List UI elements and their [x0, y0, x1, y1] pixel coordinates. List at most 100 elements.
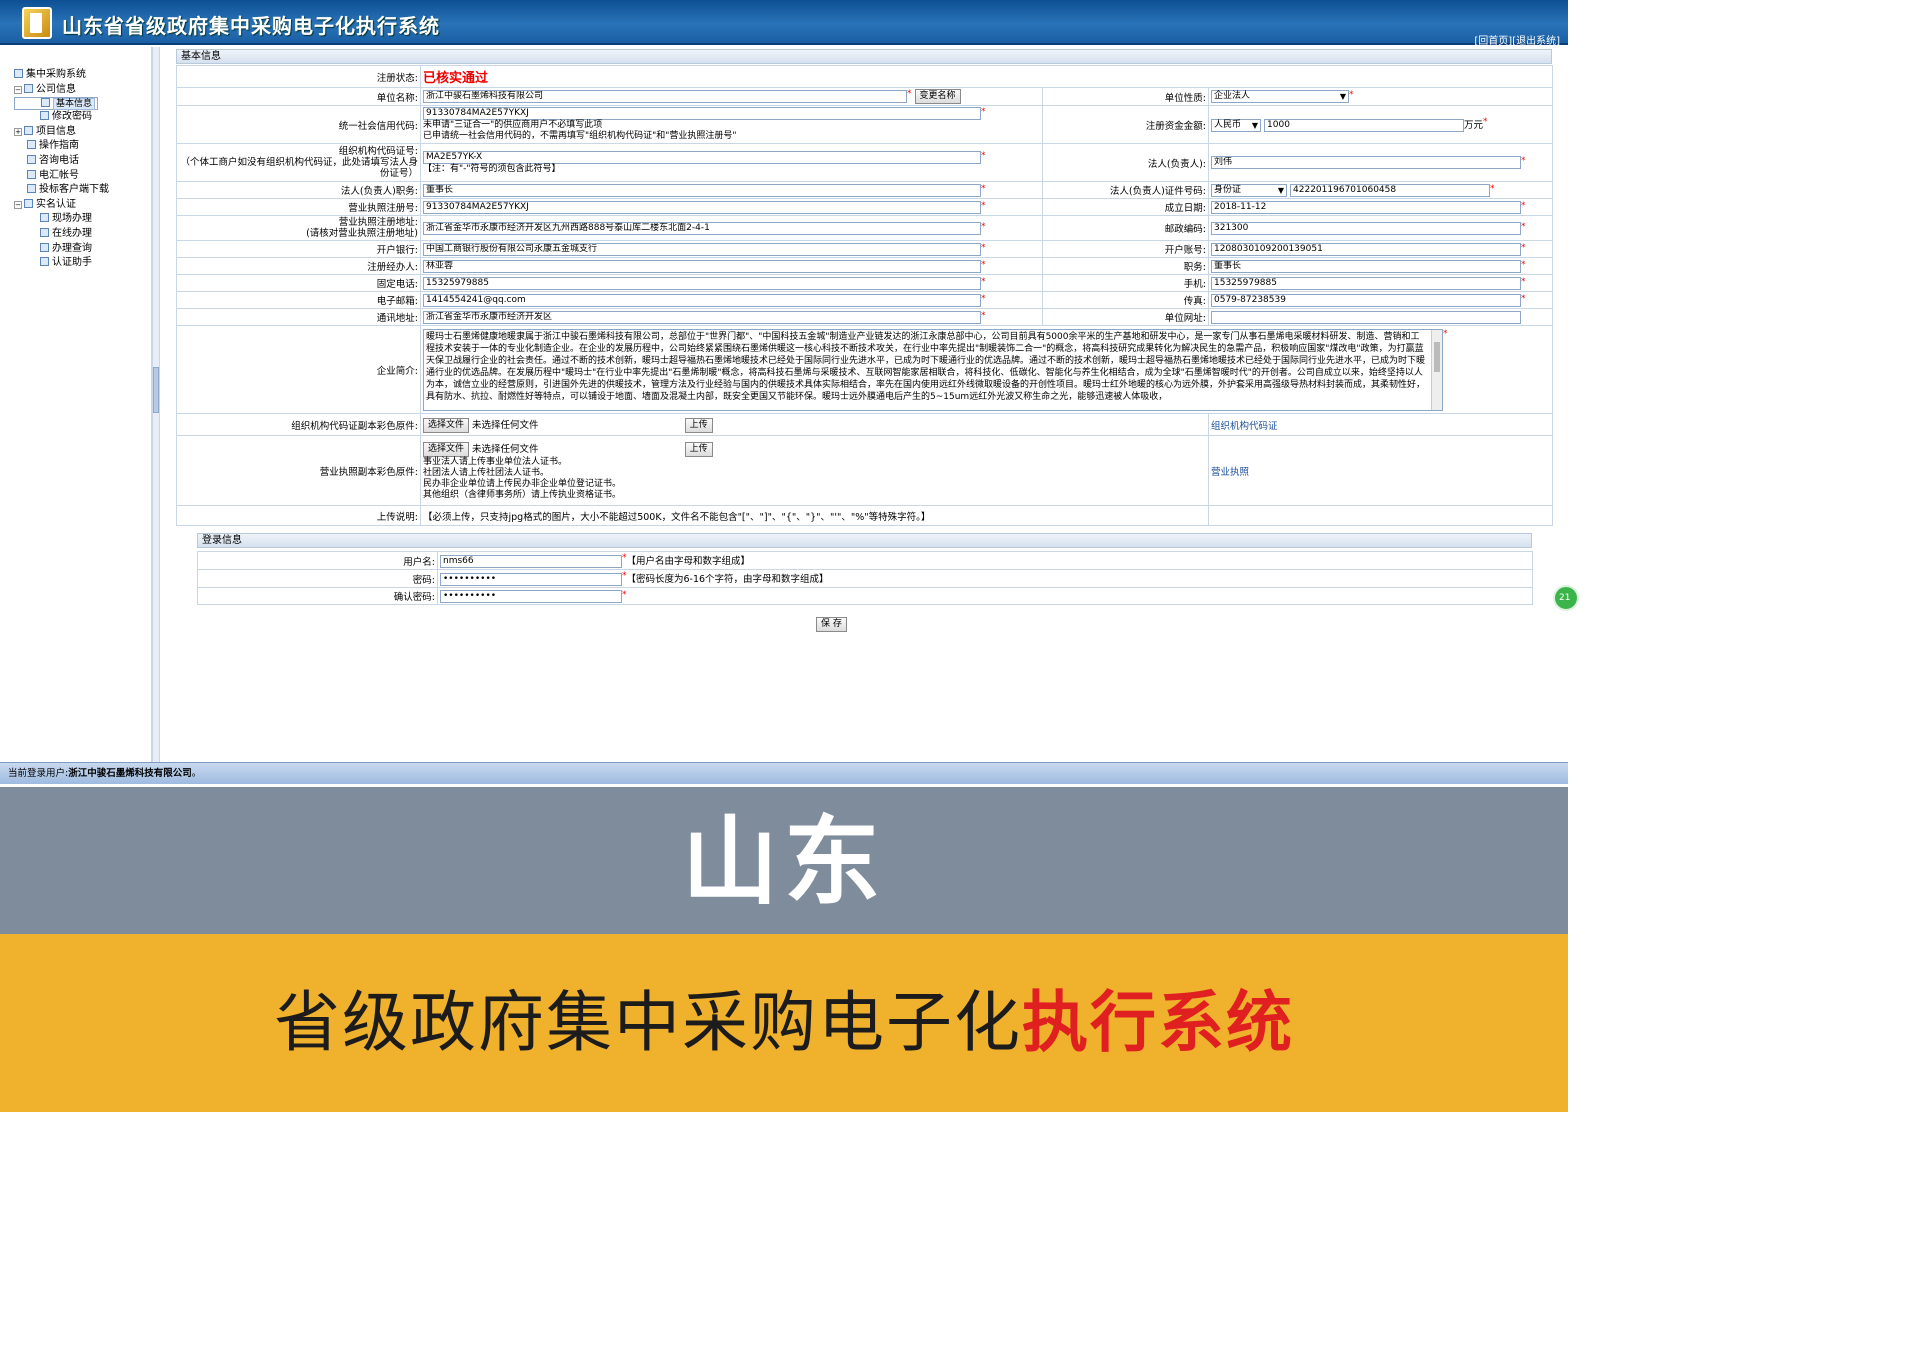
table-row: 营业执照副本彩色原件: 选择文件 未选择任何文件 上传 事业法人请上传事业单位法人…: [176, 435, 1554, 506]
save-button[interactable]: 保 存: [816, 617, 847, 632]
legal-id-field[interactable]: 422201196701060458: [1290, 183, 1491, 197]
mobile-field[interactable]: 15325979885: [1211, 276, 1521, 290]
postcode-label: 邮政编码:: [1042, 215, 1209, 241]
tree-label: 公司信息: [36, 83, 76, 95]
subtitle-black: 省级政府集中采购电子化: [274, 984, 1022, 1061]
table-row: 用户名: nms66 *【用户名由字母和数字组成】: [197, 551, 1533, 570]
logout-link[interactable]: [退出系统]: [1512, 36, 1560, 47]
table-row: 组织机构代码证副本彩色原件: 选择文件 未选择任何文件 上传 组织机构代码证: [176, 413, 1554, 436]
table-row: 组织机构代码证号: （个体工商户如没有组织机构代码证，此处请填写法人身份证号） M…: [176, 143, 1554, 182]
status-label: 注册状态:: [176, 65, 421, 88]
license-no-field[interactable]: 91330784MA2E57YKXJ: [423, 200, 981, 214]
currency-select[interactable]: 人民币 ▼: [1211, 119, 1261, 132]
sidebar-splitter[interactable]: [152, 47, 160, 762]
textarea-scrollbar[interactable]: [1431, 329, 1442, 410]
basic-info-header: 基本信息: [176, 49, 1552, 64]
email-field[interactable]: 1414554241@qq.com: [423, 293, 981, 307]
tree-label: 办理查询: [52, 242, 92, 254]
legal-title-field[interactable]: 董事长: [423, 183, 981, 197]
table-row: 通讯地址: 浙江省金华市永康市经济开发区 * 单位网址:: [176, 308, 1554, 326]
dropdown-arrow-icon: ▼: [1277, 185, 1284, 195]
unit-type-value: 企业法人: [1214, 91, 1251, 101]
username-field[interactable]: nms66: [440, 555, 622, 568]
tree-label: 咨询电话: [39, 154, 79, 166]
legal-person-field[interactable]: 刘伟: [1211, 156, 1521, 169]
status-bar: 当前登录用户:浙江中骏石墨烯科技有限公司。: [0, 762, 1568, 784]
org-code-field[interactable]: MA2E57YK-X: [423, 150, 981, 164]
tree-project-info[interactable]: + 项目信息: [14, 125, 150, 140]
founded-field[interactable]: 2018-11-12: [1211, 200, 1521, 214]
tree-hotline[interactable]: 咨询电话: [14, 154, 150, 169]
bank-field[interactable]: 中国工商银行股份有限公司永康五金城支行: [423, 242, 981, 256]
page-icon: [27, 154, 36, 164]
city-title: 山东: [682, 805, 886, 918]
upload-note-label: 上传说明:: [176, 505, 421, 526]
fax-field[interactable]: 0579-87238539: [1211, 293, 1521, 307]
agent-field[interactable]: 林亚蓉: [423, 259, 981, 273]
tree-wire-account[interactable]: 电汇帐号: [14, 169, 150, 184]
collapse-icon[interactable]: −: [14, 85, 22, 94]
license-note: 其他组织（含律师事务所）请上传执业资格证书。: [423, 489, 622, 500]
table-row: 电子邮箱: 1414554241@qq.com * 传真: 0579-872385…: [176, 291, 1554, 309]
page-icon: [27, 184, 36, 194]
license-note: 事业法人请上传事业单位法人证书。: [423, 456, 568, 467]
tree-assistant[interactable]: 认证助手: [14, 256, 150, 271]
choose-file-button[interactable]: 选择文件: [423, 417, 470, 433]
tree-label: 修改密码: [52, 111, 92, 123]
upload-button[interactable]: 上传: [684, 441, 713, 457]
agent-title-field[interactable]: 董事长: [1211, 259, 1521, 273]
license-addr-label: 营业执照注册地址:: [338, 217, 418, 228]
address-field[interactable]: 浙江省金华市永康市经济开发区: [423, 310, 981, 324]
login-info-header: 登录信息: [197, 533, 1532, 548]
license-addr-field[interactable]: 浙江省金华市永康市经济开发区九州西路888号泰山库二楼东北面2-4-1: [423, 221, 981, 235]
sidebar: 集中采购系统 − 公司信息 基本信息 修改密码 + 项目信息 操作指南 咨询电话 电…: [0, 47, 152, 762]
org-file-link[interactable]: 组织机构代码证: [1211, 421, 1278, 432]
expand-icon[interactable]: +: [14, 127, 22, 136]
capital-field[interactable]: 1000: [1264, 119, 1465, 132]
system-subtitle: 省级政府集中采购电子化执行系统: [0, 934, 1568, 1112]
website-field[interactable]: [1211, 310, 1521, 324]
unit-type-select[interactable]: 企业法人 ▼: [1211, 90, 1349, 103]
id-type-select[interactable]: 身份证 ▼: [1211, 183, 1287, 197]
intro-textarea[interactable]: 暖玛士石墨烯健康地暖隶属于浙江中骏石墨烯科技有限公司，总部位于"世界门都"、"中…: [423, 328, 1443, 411]
tree-basic-info[interactable]: 基本信息: [14, 97, 99, 111]
tree-client-download[interactable]: 投标客户端下载: [14, 183, 150, 198]
mobile-label: 手机:: [1042, 274, 1209, 292]
upload-button[interactable]: 上传: [684, 417, 713, 433]
password-field[interactable]: ••••••••••: [440, 573, 622, 586]
phone-field[interactable]: 15325979885: [423, 276, 981, 290]
confirm-password-field[interactable]: ••••••••••: [440, 589, 622, 603]
capital-label: 注册资金金额:: [1042, 105, 1209, 144]
password-label: 密码:: [197, 569, 438, 588]
tree-online[interactable]: 在线办理: [14, 227, 150, 242]
license-file-link[interactable]: 营业执照: [1211, 467, 1249, 478]
collapse-icon[interactable]: −: [14, 200, 22, 209]
main-content: 基本信息 注册状态: 已核实通过 单位名称: 浙江中骏石墨烯科技有限公司 * 变更…: [162, 47, 1568, 762]
address-label: 通讯地址:: [176, 308, 421, 326]
org-file-label: 组织机构代码证副本彩色原件:: [176, 413, 421, 436]
credit-code-field[interactable]: 91330784MA2E57YKXJ: [423, 107, 981, 120]
unit-name-field[interactable]: 浙江中骏石墨烯科技有限公司: [423, 90, 907, 103]
tree-company-info[interactable]: − 公司信息: [14, 83, 150, 98]
home-link[interactable]: [回首页]: [1474, 36, 1512, 47]
tree-label: 现场办理: [52, 213, 92, 225]
license-note: 社团法人请上传社团法人证书。: [423, 467, 550, 478]
badge-text: 21: [1559, 593, 1571, 603]
folder-icon: [24, 198, 33, 208]
account-field[interactable]: 1208030109200139051: [1211, 242, 1521, 256]
choose-file-button[interactable]: 选择文件: [423, 441, 470, 457]
founded-label: 成立日期:: [1042, 198, 1209, 216]
tree-label: 投标客户端下载: [39, 184, 109, 196]
org-code-note: 【注：有"-"符号的须包含此符号】: [423, 163, 561, 174]
tree-change-password[interactable]: 修改密码: [14, 110, 150, 125]
tree-real-name[interactable]: − 实名认证: [14, 198, 150, 213]
currency-value: 人民币: [1214, 120, 1242, 130]
tree-onsite[interactable]: 现场办理: [14, 212, 150, 227]
tree-root[interactable]: 集中采购系统: [14, 68, 150, 83]
collapse-handle-icon[interactable]: [153, 367, 159, 413]
tree-guide[interactable]: 操作指南: [14, 139, 150, 154]
postcode-field[interactable]: 321300: [1211, 221, 1521, 235]
tree-query[interactable]: 办理查询: [14, 242, 150, 257]
float-badge-icon[interactable]: 21: [1553, 585, 1579, 611]
change-name-button[interactable]: 变更名称: [914, 89, 961, 104]
